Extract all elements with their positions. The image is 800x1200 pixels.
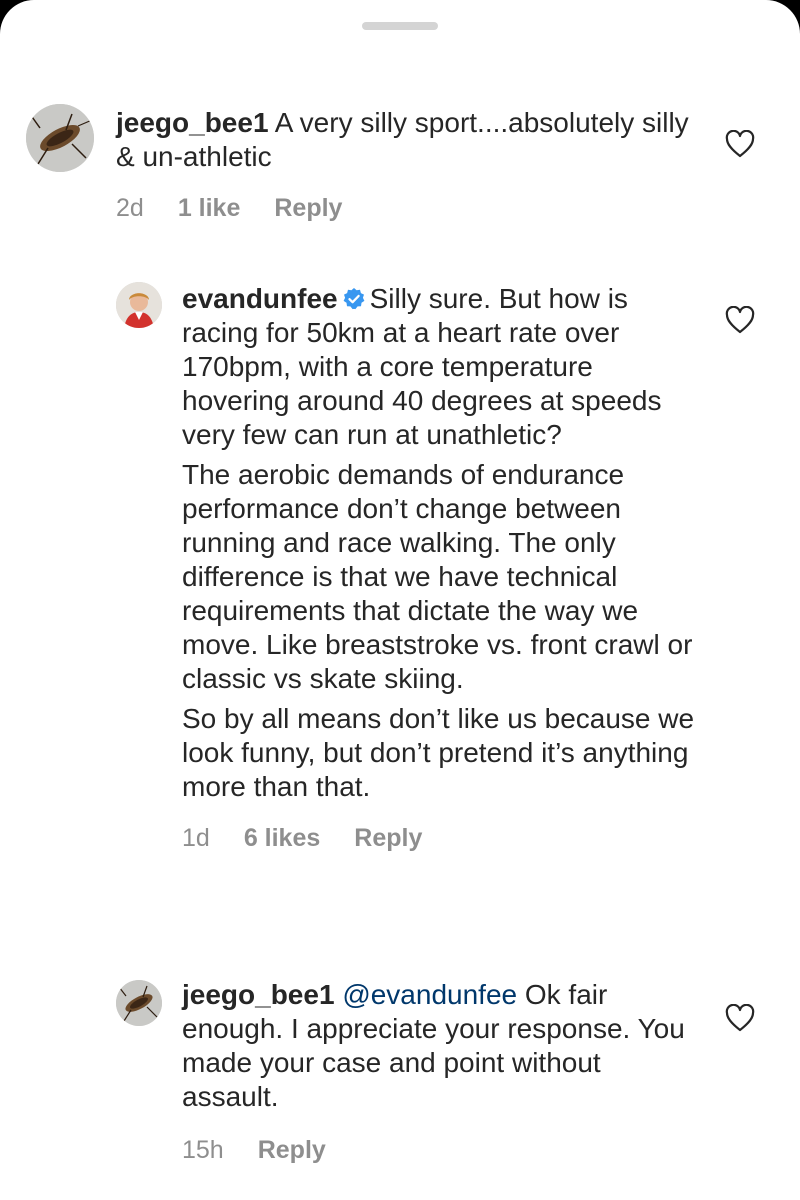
comment-time: 2d [116, 194, 144, 222]
username[interactable]: evandunfee [182, 283, 338, 314]
comment-time: 1d [182, 824, 210, 852]
comment-jeego-1: jeego_bee1 A very silly sport....absolut… [26, 104, 706, 223]
username[interactable]: jeego_bee1 [182, 979, 335, 1010]
reply-button[interactable]: Reply [354, 824, 422, 853]
mention-link[interactable]: @evandunfee [342, 979, 517, 1010]
comment-paragraph: The aerobic demands of endurance perform… [182, 459, 693, 694]
comment-meta: 15h Reply [182, 1136, 696, 1165]
like-count[interactable]: 1 like [178, 194, 241, 223]
comment-body: evandunfee Silly sure. But how is racing… [182, 282, 696, 853]
comment-meta: 2d 1 like Reply [116, 194, 706, 223]
comment-body: jeego_bee1 A very silly sport....absolut… [116, 104, 706, 223]
comments-sheet: jeego_bee1 A very silly sport....absolut… [0, 0, 800, 1200]
sheet-grabber[interactable] [362, 22, 438, 30]
comment-text: jeego_bee1 A very silly sport....absolut… [116, 106, 706, 174]
comment-time: 15h [182, 1136, 224, 1164]
comment-meta: 1d 6 likes Reply [182, 824, 696, 853]
heart-outline-icon[interactable] [725, 1004, 755, 1032]
comment-paragraph: So by all means don’t like us because we… [182, 703, 695, 802]
avatar[interactable] [116, 282, 162, 328]
heart-outline-icon[interactable] [725, 130, 755, 158]
comment-text: evandunfee Silly sure. But how is racing… [182, 282, 696, 452]
reply-button[interactable]: Reply [258, 1136, 326, 1165]
avatar[interactable] [116, 980, 162, 1026]
comment-evandunfee: evandunfee Silly sure. But how is racing… [116, 282, 696, 853]
reply-button[interactable]: Reply [274, 194, 342, 223]
comment-body: jeego_bee1 @evandunfee Ok fair enough. I… [182, 978, 696, 1165]
heart-outline-icon[interactable] [725, 306, 755, 334]
comment-jeego-2: jeego_bee1 @evandunfee Ok fair enough. I… [116, 978, 696, 1165]
avatar[interactable] [26, 104, 94, 172]
comment-text: jeego_bee1 @evandunfee Ok fair enough. I… [182, 978, 696, 1114]
username[interactable]: jeego_bee1 [116, 107, 269, 138]
like-count[interactable]: 6 likes [244, 824, 320, 853]
verified-badge-icon [343, 288, 365, 310]
